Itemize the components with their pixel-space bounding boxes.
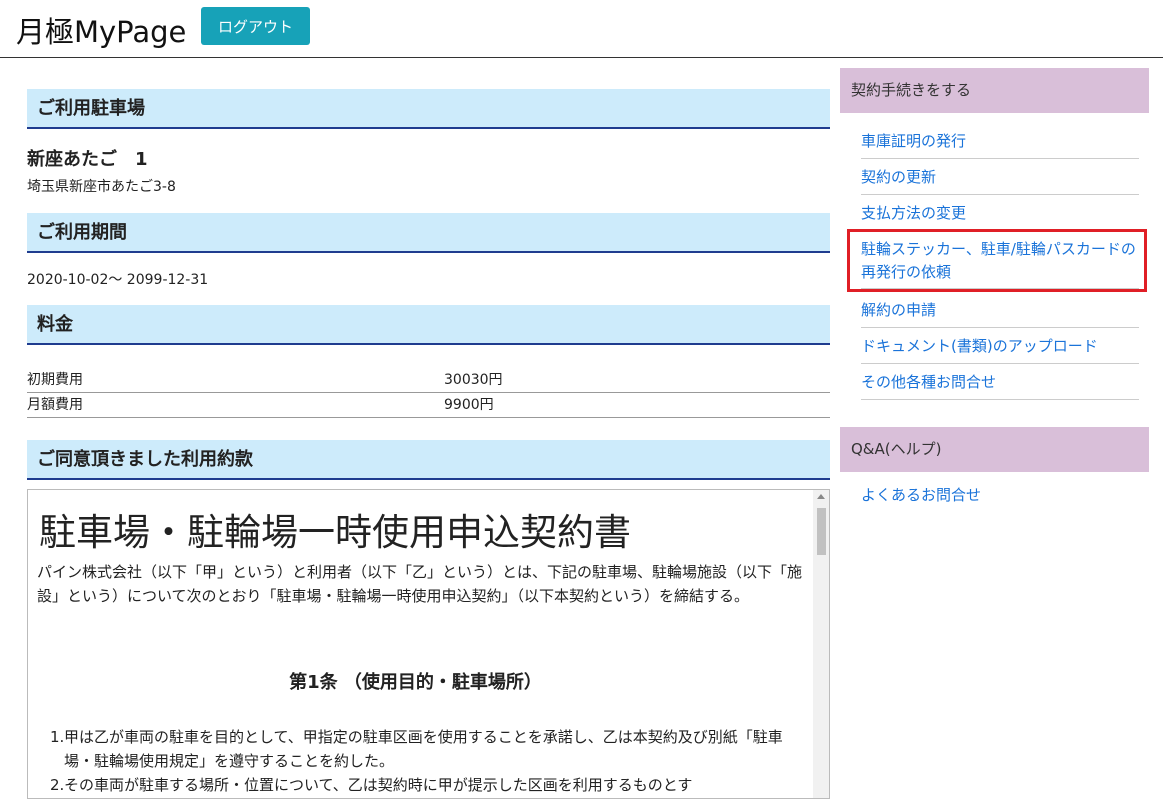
- fee-label: 月額費用: [27, 397, 83, 413]
- sidebar-item-garage-certificate[interactable]: 車庫証明の発行: [861, 130, 1139, 159]
- section-heading-fees: 料金: [27, 305, 830, 345]
- list-text: その車両が駐車する場所・位置について、乙は契約時に甲が提示した区画を利用するもの…: [64, 776, 693, 794]
- logout-button[interactable]: ログアウト: [201, 7, 310, 45]
- sidebar-item-document-upload[interactable]: ドキュメント(書類)のアップロード: [861, 335, 1139, 364]
- fee-row: 初期費用 30030円: [27, 368, 830, 393]
- terms-intro: パイン株式会社（以下「甲」という）と利用者（以下「乙」という）とは、下記の駐車場…: [37, 563, 803, 605]
- scrollbar[interactable]: [813, 490, 829, 798]
- brand-title: 月極MyPage: [16, 15, 187, 49]
- period-value: 2020-10-02～ 2099-12-31: [27, 272, 209, 288]
- sidebar-item-other-inquiry[interactable]: その他各種お問合せ: [861, 371, 1139, 400]
- fee-value: 30030円: [444, 372, 503, 388]
- list-item: 2. その車両が駐車する場所・位置について、乙は契約時に甲が提示した区画を利用す…: [50, 773, 804, 797]
- sidebar-item-cancellation[interactable]: 解約の申請: [861, 299, 1139, 328]
- terms-scroll-box[interactable]: 駐車場・駐輪場一時使用申込契約書 パイン株式会社（以下「甲」という）と利用者（以…: [27, 489, 830, 799]
- sidebar-item-renewal[interactable]: 契約の更新: [861, 166, 1139, 195]
- sidebar-item-sticker-reissue[interactable]: 駐輪ステッカー、駐車/駐輪パスカードの再発行の依頼: [861, 238, 1139, 289]
- terms-article-title: 第1条 （使用目的・駐車場所）: [289, 672, 542, 693]
- parking-name: 新座あたご 1: [27, 149, 148, 170]
- sidebar-heading-procedures: 契約手続きをする: [840, 68, 1149, 113]
- terms-list: 1. 甲は乙が車両の駐車を目的として、甲指定の駐車区画を使用することを承諾し、乙…: [50, 725, 804, 797]
- scroll-up-arrow-icon[interactable]: [817, 494, 825, 499]
- list-text: 甲は乙が車両の駐車を目的として、甲指定の駐車区画を使用することを承諾し、乙は本契…: [64, 728, 783, 770]
- terms-title: 駐車場・駐輪場一時使用申込契約書: [39, 511, 631, 554]
- list-number: 1.: [50, 728, 65, 746]
- sidebar-item-payment-method[interactable]: 支払方法の変更: [861, 202, 1139, 231]
- header: 月極MyPage ログアウト: [0, 0, 1163, 58]
- fee-row: 月額費用 9900円: [27, 393, 830, 418]
- section-heading-parking: ご利用駐車場: [27, 89, 830, 129]
- parking-address: 埼玉県新座市あたご3-8: [27, 179, 176, 195]
- fee-label: 初期費用: [27, 372, 83, 388]
- section-heading-terms: ご同意頂きました利用約款: [27, 440, 830, 480]
- sidebar-heading-help: Q&A(ヘルプ): [840, 427, 1149, 472]
- list-item: 1. 甲は乙が車両の駐車を目的として、甲指定の駐車区画を使用することを承諾し、乙…: [50, 725, 804, 773]
- scroll-thumb[interactable]: [817, 508, 826, 555]
- sidebar-item-faq[interactable]: よくあるお問合せ: [861, 484, 1139, 508]
- list-number: 2.: [50, 776, 65, 794]
- fee-value: 9900円: [444, 397, 494, 413]
- section-heading-period: ご利用期間: [27, 213, 830, 253]
